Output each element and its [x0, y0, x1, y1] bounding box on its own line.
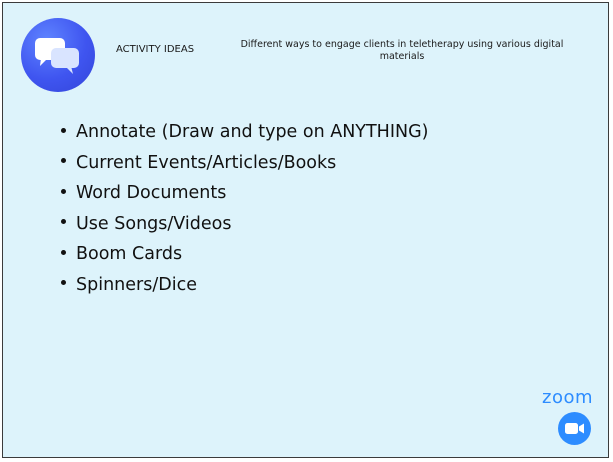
bullet-icon [61, 127, 66, 133]
list-item-text: Spinners/Dice [76, 274, 197, 295]
list-item: Spinners/Dice [61, 270, 428, 301]
section-label: ACTIVITY IDEAS [116, 44, 195, 55]
slide: ACTIVITY IDEAS Different ways to engage … [2, 2, 609, 458]
list-item: Boom Cards [61, 239, 428, 270]
section-description: Different ways to engage clients in tele… [240, 39, 564, 62]
activity-list: Annotate (Draw and type on ANYTHING) Cur… [61, 117, 428, 301]
bullet-icon [61, 249, 66, 255]
list-item-text: Use Songs/Videos [76, 213, 232, 234]
list-item: Annotate (Draw and type on ANYTHING) [61, 117, 428, 148]
zoom-camera-icon [558, 412, 591, 445]
list-item-text: Word Documents [76, 183, 227, 204]
list-item: Use Songs/Videos [61, 209, 428, 240]
bullet-icon [61, 219, 66, 225]
list-item: Current Events/Articles/Books [61, 148, 428, 179]
bullet-icon [61, 158, 66, 164]
list-item: Word Documents [61, 178, 428, 209]
bullet-icon [61, 280, 66, 286]
list-item-text: Current Events/Articles/Books [76, 152, 337, 173]
chat-bubbles-icon [21, 18, 95, 92]
list-item-text: Annotate (Draw and type on ANYTHING) [76, 122, 429, 142]
zoom-wordmark: zoom [542, 387, 594, 408]
bullet-icon [61, 188, 66, 194]
list-item-text: Boom Cards [76, 244, 183, 265]
